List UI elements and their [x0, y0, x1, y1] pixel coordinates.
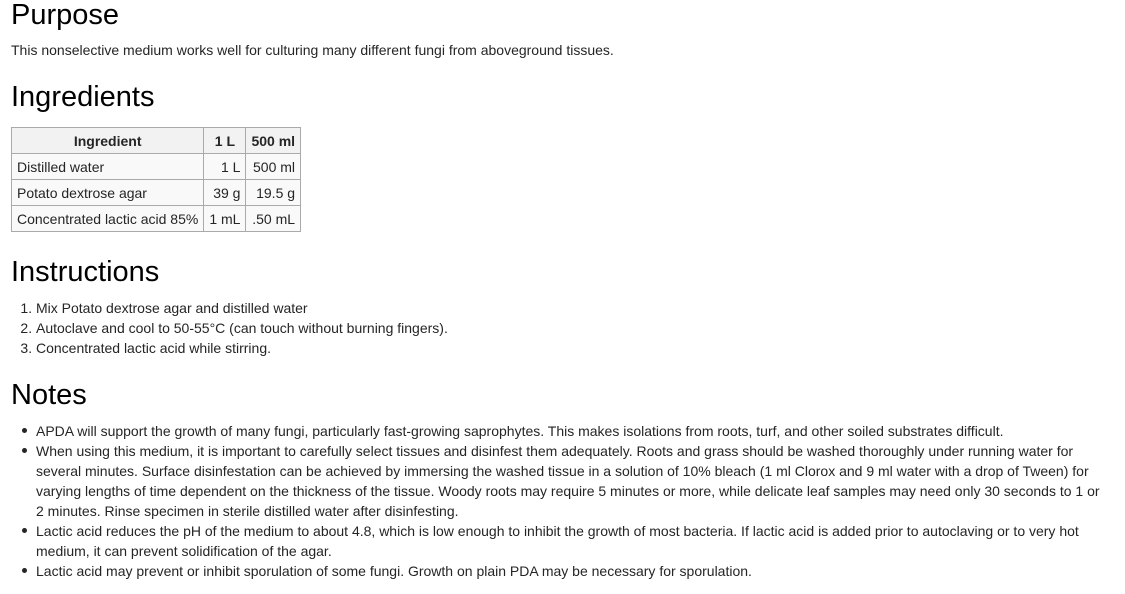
ingredient-name-cell: Potato dextrose agar: [10, 179, 205, 206]
instruction-step: Concentrated lactic acid while stirring.: [36, 338, 448, 358]
instructions-list: Mix Potato dextrose agar and distilled w…: [11, 298, 448, 358]
column-header-1l: 1 L: [203, 127, 247, 154]
column-header-ingredient: Ingredient: [10, 127, 205, 154]
amount-1l-cell: 1 L: [203, 153, 247, 180]
note-item: Lactic acid may prevent or inhibit sporu…: [22, 561, 1111, 581]
note-text: APDA will support the growth of many fun…: [36, 423, 1004, 439]
ingredient-name-cell: Concentrated lactic acid 85%: [10, 205, 205, 232]
purpose-paragraph: This nonselective medium works well for …: [11, 42, 614, 58]
amount-500ml-cell: 500 ml: [245, 153, 302, 180]
bullet-icon: [22, 448, 27, 453]
ingredient-name-cell: Distilled water: [10, 153, 205, 180]
bullet-icon: [22, 528, 27, 533]
ingredients-heading: Ingredients: [11, 81, 155, 113]
table-header-row: Ingredient 1 L 500 ml: [10, 127, 302, 154]
note-text: Lactic acid reduces the pH of the medium…: [36, 523, 1079, 559]
note-text: When using this medium, it is important …: [36, 443, 1100, 519]
instruction-step: Mix Potato dextrose agar and distilled w…: [36, 298, 448, 318]
table-row: Distilled water 1 L 500 ml: [10, 153, 302, 180]
amount-500ml-cell: 19.5 g: [245, 179, 302, 206]
note-item: APDA will support the growth of many fun…: [22, 421, 1111, 441]
instructions-heading: Instructions: [11, 256, 160, 288]
amount-1l-cell: 39 g: [203, 179, 247, 206]
column-header-500ml: 500 ml: [245, 127, 302, 154]
bullet-icon: [22, 568, 27, 573]
amount-1l-cell: 1 mL: [203, 205, 247, 232]
ingredients-table: Ingredient 1 L 500 ml Distilled water 1 …: [10, 127, 302, 232]
note-text: Lactic acid may prevent or inhibit sporu…: [36, 563, 752, 579]
note-item: Lactic acid reduces the pH of the medium…: [22, 521, 1111, 561]
amount-500ml-cell: .50 mL: [245, 205, 302, 232]
note-item: When using this medium, it is important …: [22, 441, 1111, 521]
table-row: Potato dextrose agar 39 g 19.5 g: [10, 179, 302, 206]
table-row: Concentrated lactic acid 85% 1 mL .50 mL: [10, 205, 302, 232]
notes-list: APDA will support the growth of many fun…: [11, 421, 1111, 581]
bullet-icon: [22, 428, 27, 433]
notes-heading: Notes: [11, 379, 87, 411]
instruction-step: Autoclave and cool to 50-55°C (can touch…: [36, 318, 448, 338]
purpose-heading: Purpose: [11, 0, 120, 31]
